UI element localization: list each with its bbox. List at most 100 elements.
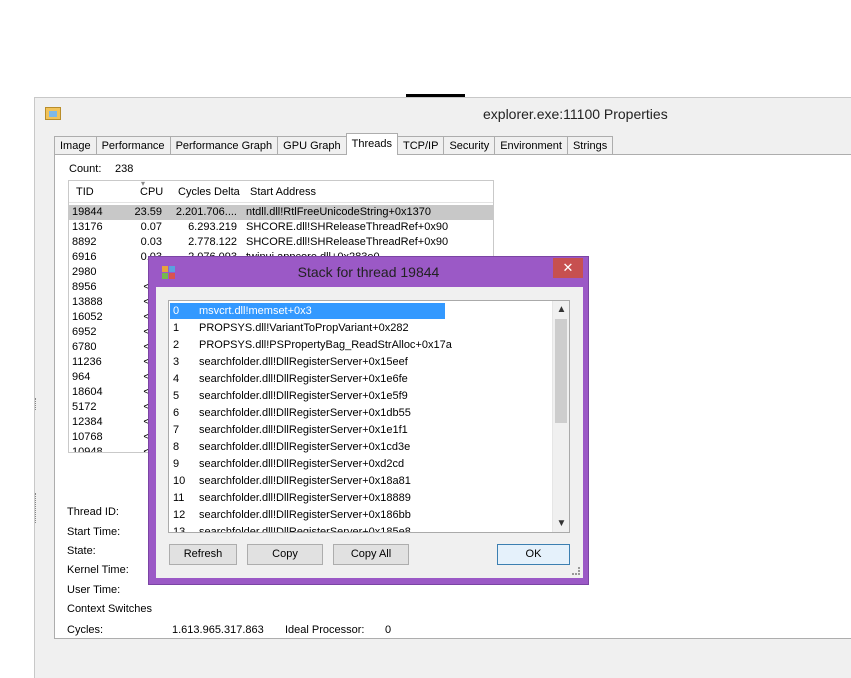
stack-dialog: Stack for thread 19844 ✕ 0 msvcrt.dll!mem…	[148, 256, 589, 585]
thread-start-address: ntdll.dll!RtlFreeUnicodeString+0x1370	[246, 206, 431, 218]
ok-button[interactable]: OK	[497, 544, 570, 565]
tab-security[interactable]: Security	[443, 136, 496, 155]
frame-index: 3	[173, 356, 180, 368]
frame-function: PROPSYS.dll!PSPropertyBag_ReadStrAlloc+0…	[199, 339, 452, 351]
dialog-body: 0 msvcrt.dll!memset+0x3 1 PROPSYS.dll!Varia…	[156, 287, 583, 578]
thread-start-address: SHCORE.dll!SHReleaseThreadRef+0x90	[246, 221, 449, 233]
thread-cpu: 23.59	[134, 206, 162, 218]
frame-index: 7	[173, 424, 180, 436]
stack-frame-row[interactable]: 1 PROPSYS.dll!VariantToPropVariant+0x282	[170, 320, 550, 337]
stack-frame-row[interactable]: 11 searchfolder.dll!DllRegisterServer+0x1…	[170, 490, 550, 507]
cycles-label: Cycles:	[67, 624, 104, 636]
stack-frame-row[interactable]: 6 searchfolder.dll!DllRegisterServer+0x1d…	[170, 405, 550, 422]
thread-tid: 11236	[72, 356, 102, 368]
stack-frame-row[interactable]: 8 searchfolder.dll!DllRegisterServer+0x1c…	[170, 439, 550, 456]
stack-frame-row[interactable]: 9 searchfolder.dll!DllRegisterServer+0xd2…	[170, 456, 550, 473]
scroll-up-icon[interactable]: ▲	[553, 301, 569, 318]
thread-tid: 12384	[72, 416, 103, 428]
state-label: State:	[67, 545, 96, 557]
stack-frame-row[interactable]: 0 msvcrt.dll!memset+0x3	[170, 303, 550, 320]
frame-function: searchfolder.dll!DllRegisterServer+0x186…	[199, 509, 411, 521]
thread-tid: 8892	[72, 236, 97, 248]
dialog-title: Stack for thread 19844	[297, 264, 440, 280]
thread-tid: 5172	[72, 401, 97, 413]
stack-frame-row[interactable]: 2 PROPSYS.dll!PSPropertyBag_ReadStrAlloc+…	[170, 337, 550, 354]
folder-icon	[45, 107, 61, 120]
frame-function: msvcrt.dll!memset+0x3	[199, 305, 312, 317]
thread-tid: 13176	[72, 221, 103, 233]
thread-tid: 6952	[72, 326, 97, 338]
frame-function: searchfolder.dll!DllRegisterServer+0x1db…	[199, 407, 411, 419]
thread-tid: 10948	[72, 446, 103, 453]
close-button[interactable]: ✕	[553, 258, 583, 278]
stack-frame-row[interactable]: 12 searchfolder.dll!DllRegisterServer+0x1…	[170, 507, 550, 524]
frame-index: 8	[173, 441, 180, 453]
thread-tid: 18604	[72, 386, 103, 398]
tab-threads[interactable]: Threads	[345, 133, 398, 155]
column-tid[interactable]: TID	[76, 186, 94, 198]
thread-row[interactable]: 13176 0.07 6.293.219 SHCORE.dll!SHReleaseTh…	[69, 220, 493, 235]
frame-function: searchfolder.dll!DllRegisterServer+0x1e6…	[199, 373, 408, 385]
kernel-time-label: Kernel Time:	[67, 564, 129, 576]
stack-frame-row[interactable]: 3 searchfolder.dll!DllRegisterServer+0x15…	[170, 354, 550, 371]
frame-index: 11	[173, 492, 185, 504]
stack-frame-row[interactable]: 13 searchfolder.dll!DllRegisterServer+0x1…	[170, 524, 550, 533]
stack-frame-row[interactable]: 7 searchfolder.dll!DllRegisterServer+0x1e…	[170, 422, 550, 439]
frame-index: 6	[173, 407, 180, 419]
frame-function: searchfolder.dll!DllRegisterServer+0xd2c…	[199, 458, 405, 470]
tab-strip: Image Performance Performance Graph GPU …	[54, 133, 614, 155]
scroll-down-icon[interactable]: ▼	[553, 515, 569, 532]
frame-index: 10	[173, 475, 186, 487]
copy-all-button[interactable]: Copy All	[333, 544, 409, 565]
thread-row[interactable]: 8892 0.03 2.778.122 SHCORE.dll!SHReleaseThr…	[69, 235, 493, 250]
tab-gpu-graph[interactable]: GPU Graph	[277, 136, 347, 155]
tab-environment[interactable]: Environment	[494, 136, 568, 155]
thread-cycles: 2.201.706....	[175, 206, 237, 218]
stack-frame-row[interactable]: 10 searchfolder.dll!DllRegisterServer+0x1…	[170, 473, 550, 490]
frame-function: searchfolder.dll!DllRegisterServer+0x1e1…	[199, 424, 408, 436]
thread-tid: 964	[72, 371, 91, 383]
frame-function: PROPSYS.dll!VariantToPropVariant+0x282	[199, 322, 409, 334]
frame-index: 12	[173, 509, 186, 521]
frame-function: searchfolder.dll!DllRegisterServer+0x15e…	[199, 356, 408, 368]
sort-arrow-icon: ▾	[141, 180, 146, 188]
frame-function: searchfolder.dll!DllRegisterServer+0x188…	[199, 492, 411, 504]
thread-tid: 6916	[72, 251, 97, 263]
tab-strings[interactable]: Strings	[566, 136, 614, 155]
resize-hatch	[35, 493, 38, 523]
thread-tid: 19844	[72, 206, 103, 218]
scroll-thumb[interactable]	[555, 319, 567, 423]
frame-index: 13	[173, 526, 186, 533]
thread-id-label: Thread ID:	[67, 506, 119, 518]
stack-frame-row[interactable]: 4 searchfolder.dll!DllRegisterServer+0x1e…	[170, 371, 550, 388]
thread-start-address: SHCORE.dll!SHReleaseThreadRef+0x90	[246, 236, 449, 248]
column-start-address[interactable]: Start Address	[250, 186, 316, 198]
thread-row[interactable]: 19844 23.59 2.201.706.... ntdll.dll!RtlFree…	[69, 205, 493, 220]
frame-index: 1	[173, 322, 180, 334]
window-title: explorer.exe:11100 Properties	[483, 106, 668, 122]
thread-cpu: 0.03	[140, 236, 162, 248]
stack-list[interactable]: 0 msvcrt.dll!memset+0x3 1 PROPSYS.dll!Varia…	[168, 300, 570, 533]
ideal-processor-value: 0	[385, 624, 392, 636]
resize-grip-icon[interactable]	[572, 567, 580, 575]
count-label: Count:	[69, 163, 102, 175]
cycles-value: 1.613.965.317.863	[172, 624, 264, 636]
count-value: 238	[115, 163, 134, 175]
copy-button[interactable]: Copy	[247, 544, 323, 565]
tab-performance-graph[interactable]: Performance Graph	[169, 136, 279, 155]
tab-image[interactable]: Image	[54, 136, 97, 155]
ideal-processor-label: Ideal Processor:	[285, 624, 365, 636]
column-cycles-delta[interactable]: Cycles Delta	[178, 186, 240, 198]
frame-index: 9	[173, 458, 180, 470]
refresh-button[interactable]: Refresh	[169, 544, 237, 565]
stack-scrollbar[interactable]: ▲ ▼	[552, 301, 569, 532]
stack-frame-row[interactable]: 5 searchfolder.dll!DllRegisterServer+0x1e…	[170, 388, 550, 405]
thread-tid: 16052	[72, 311, 103, 323]
start-time-label: Start Time:	[67, 526, 121, 538]
tab-performance[interactable]: Performance	[95, 136, 171, 155]
context-switches-label: Context Switches	[67, 603, 152, 615]
thread-cycles: 2.778.122	[188, 236, 237, 248]
tab-tcpip[interactable]: TCP/IP	[397, 136, 445, 155]
resize-hatch	[35, 398, 38, 410]
user-time-label: User Time:	[67, 584, 121, 596]
